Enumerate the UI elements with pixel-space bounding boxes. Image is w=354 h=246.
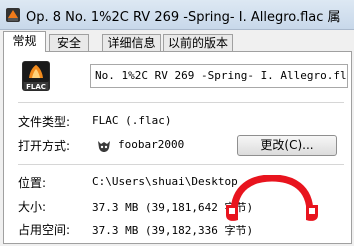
location-label: 位置: (18, 176, 47, 190)
opens-with-value: foobar2000 (118, 138, 185, 151)
location-value: C:\Users\shuai\Desktop (92, 175, 238, 188)
file-type-label: 文件类型: (18, 115, 71, 129)
tab-general[interactable]: 常规 (3, 31, 46, 52)
separator (18, 164, 344, 165)
flac-file-icon: FLAC (20, 60, 52, 92)
flac-app-icon (5, 7, 21, 23)
tab-security[interactable]: 安全 (49, 34, 89, 51)
separator (18, 102, 344, 103)
file-type-value: FLAC (.flac) (92, 114, 172, 127)
headphone-logo-icon (222, 174, 322, 225)
window-title: Op. 8 No. 1%2C RV 269 -Spring- I. Allegr… (26, 10, 341, 25)
title-bar[interactable]: Op. 8 No. 1%2C RV 269 -Spring- I. Allegr… (0, 0, 354, 30)
disk-size-label: 占用空间: (18, 223, 71, 237)
opens-with-label: 打开方式: (18, 139, 71, 153)
foobar2000-icon (96, 138, 112, 154)
filename-input[interactable]: No. 1%2C RV 269 -Spring- I. Allegro.flac (90, 64, 348, 88)
tab-previous-versions[interactable]: 以前的版本 (163, 34, 233, 51)
tab-bar: 常规 安全 详细信息 以前的版本 (0, 30, 354, 52)
tab-details[interactable]: 详细信息 (102, 34, 161, 51)
svg-text:FLAC: FLAC (26, 83, 46, 91)
size-label: 大小: (18, 200, 47, 214)
change-button[interactable]: 更改(C)... (237, 135, 337, 156)
